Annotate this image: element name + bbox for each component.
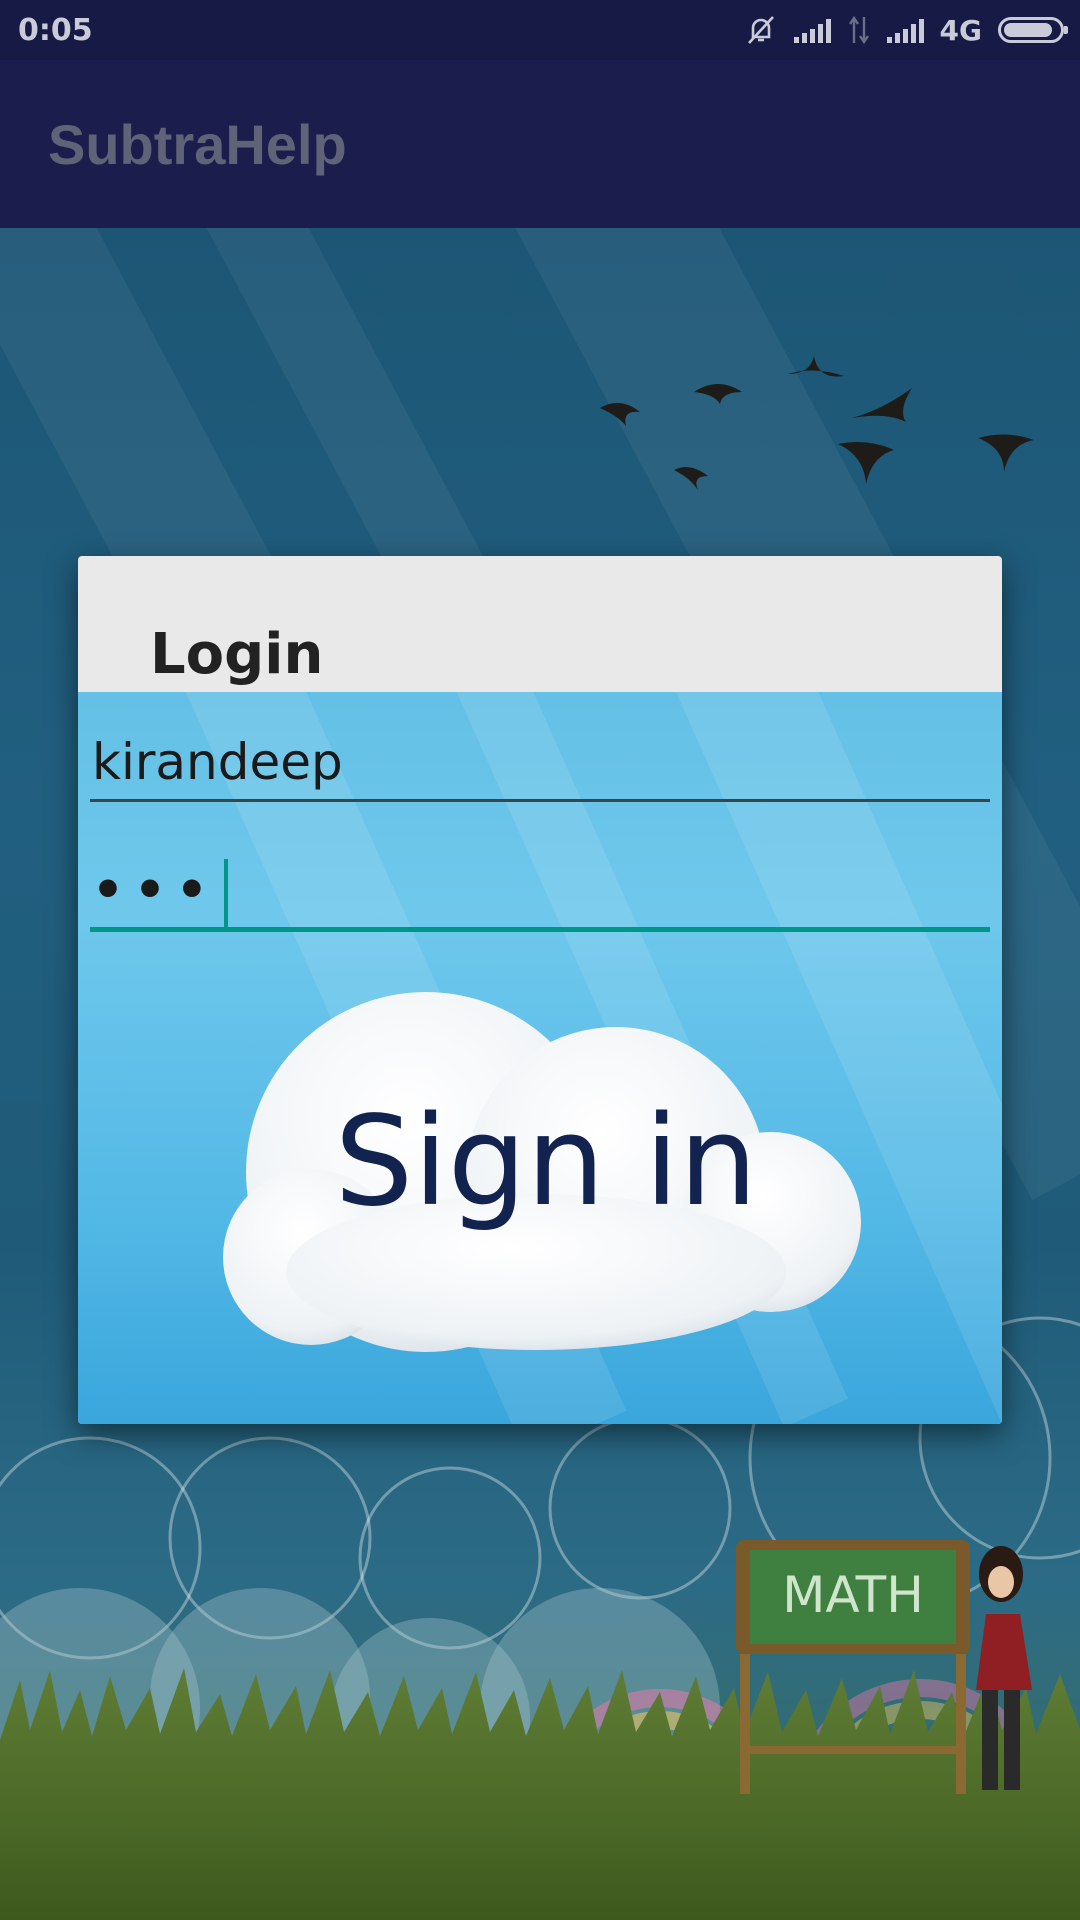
birds-image xyxy=(600,356,1034,490)
board-label: MATH xyxy=(782,1566,924,1624)
battery-icon xyxy=(998,17,1068,43)
signal-icon xyxy=(886,17,924,43)
username-value: kirandeep xyxy=(92,733,343,791)
math-board-illustration: MATH xyxy=(736,1540,1032,1794)
status-icons: 4G xyxy=(744,13,1068,47)
sign-in-button[interactable]: Sign in xyxy=(206,972,886,1372)
mute-icon xyxy=(747,16,774,44)
network-type: 4G xyxy=(939,13,982,47)
status-time: 0:05 xyxy=(18,12,93,48)
username-field[interactable]: kirandeep xyxy=(90,722,990,802)
signal-icon xyxy=(793,17,831,43)
data-arrows-icon xyxy=(848,15,869,45)
sign-in-label: Sign in xyxy=(334,1090,758,1234)
app-bar: SubtraHelp xyxy=(0,60,1080,228)
login-dialog: Login kirandeep ••• Sign in xyxy=(78,556,1002,1424)
text-cursor xyxy=(223,858,228,929)
app-title: SubtraHelp xyxy=(48,113,347,176)
status-bar: 0:05 4G xyxy=(0,0,1080,60)
password-value: ••• xyxy=(92,861,218,919)
password-field[interactable]: ••• xyxy=(90,852,990,932)
dialog-body: kirandeep ••• Sign in xyxy=(78,692,1002,1424)
dialog-title: Login xyxy=(150,622,324,687)
